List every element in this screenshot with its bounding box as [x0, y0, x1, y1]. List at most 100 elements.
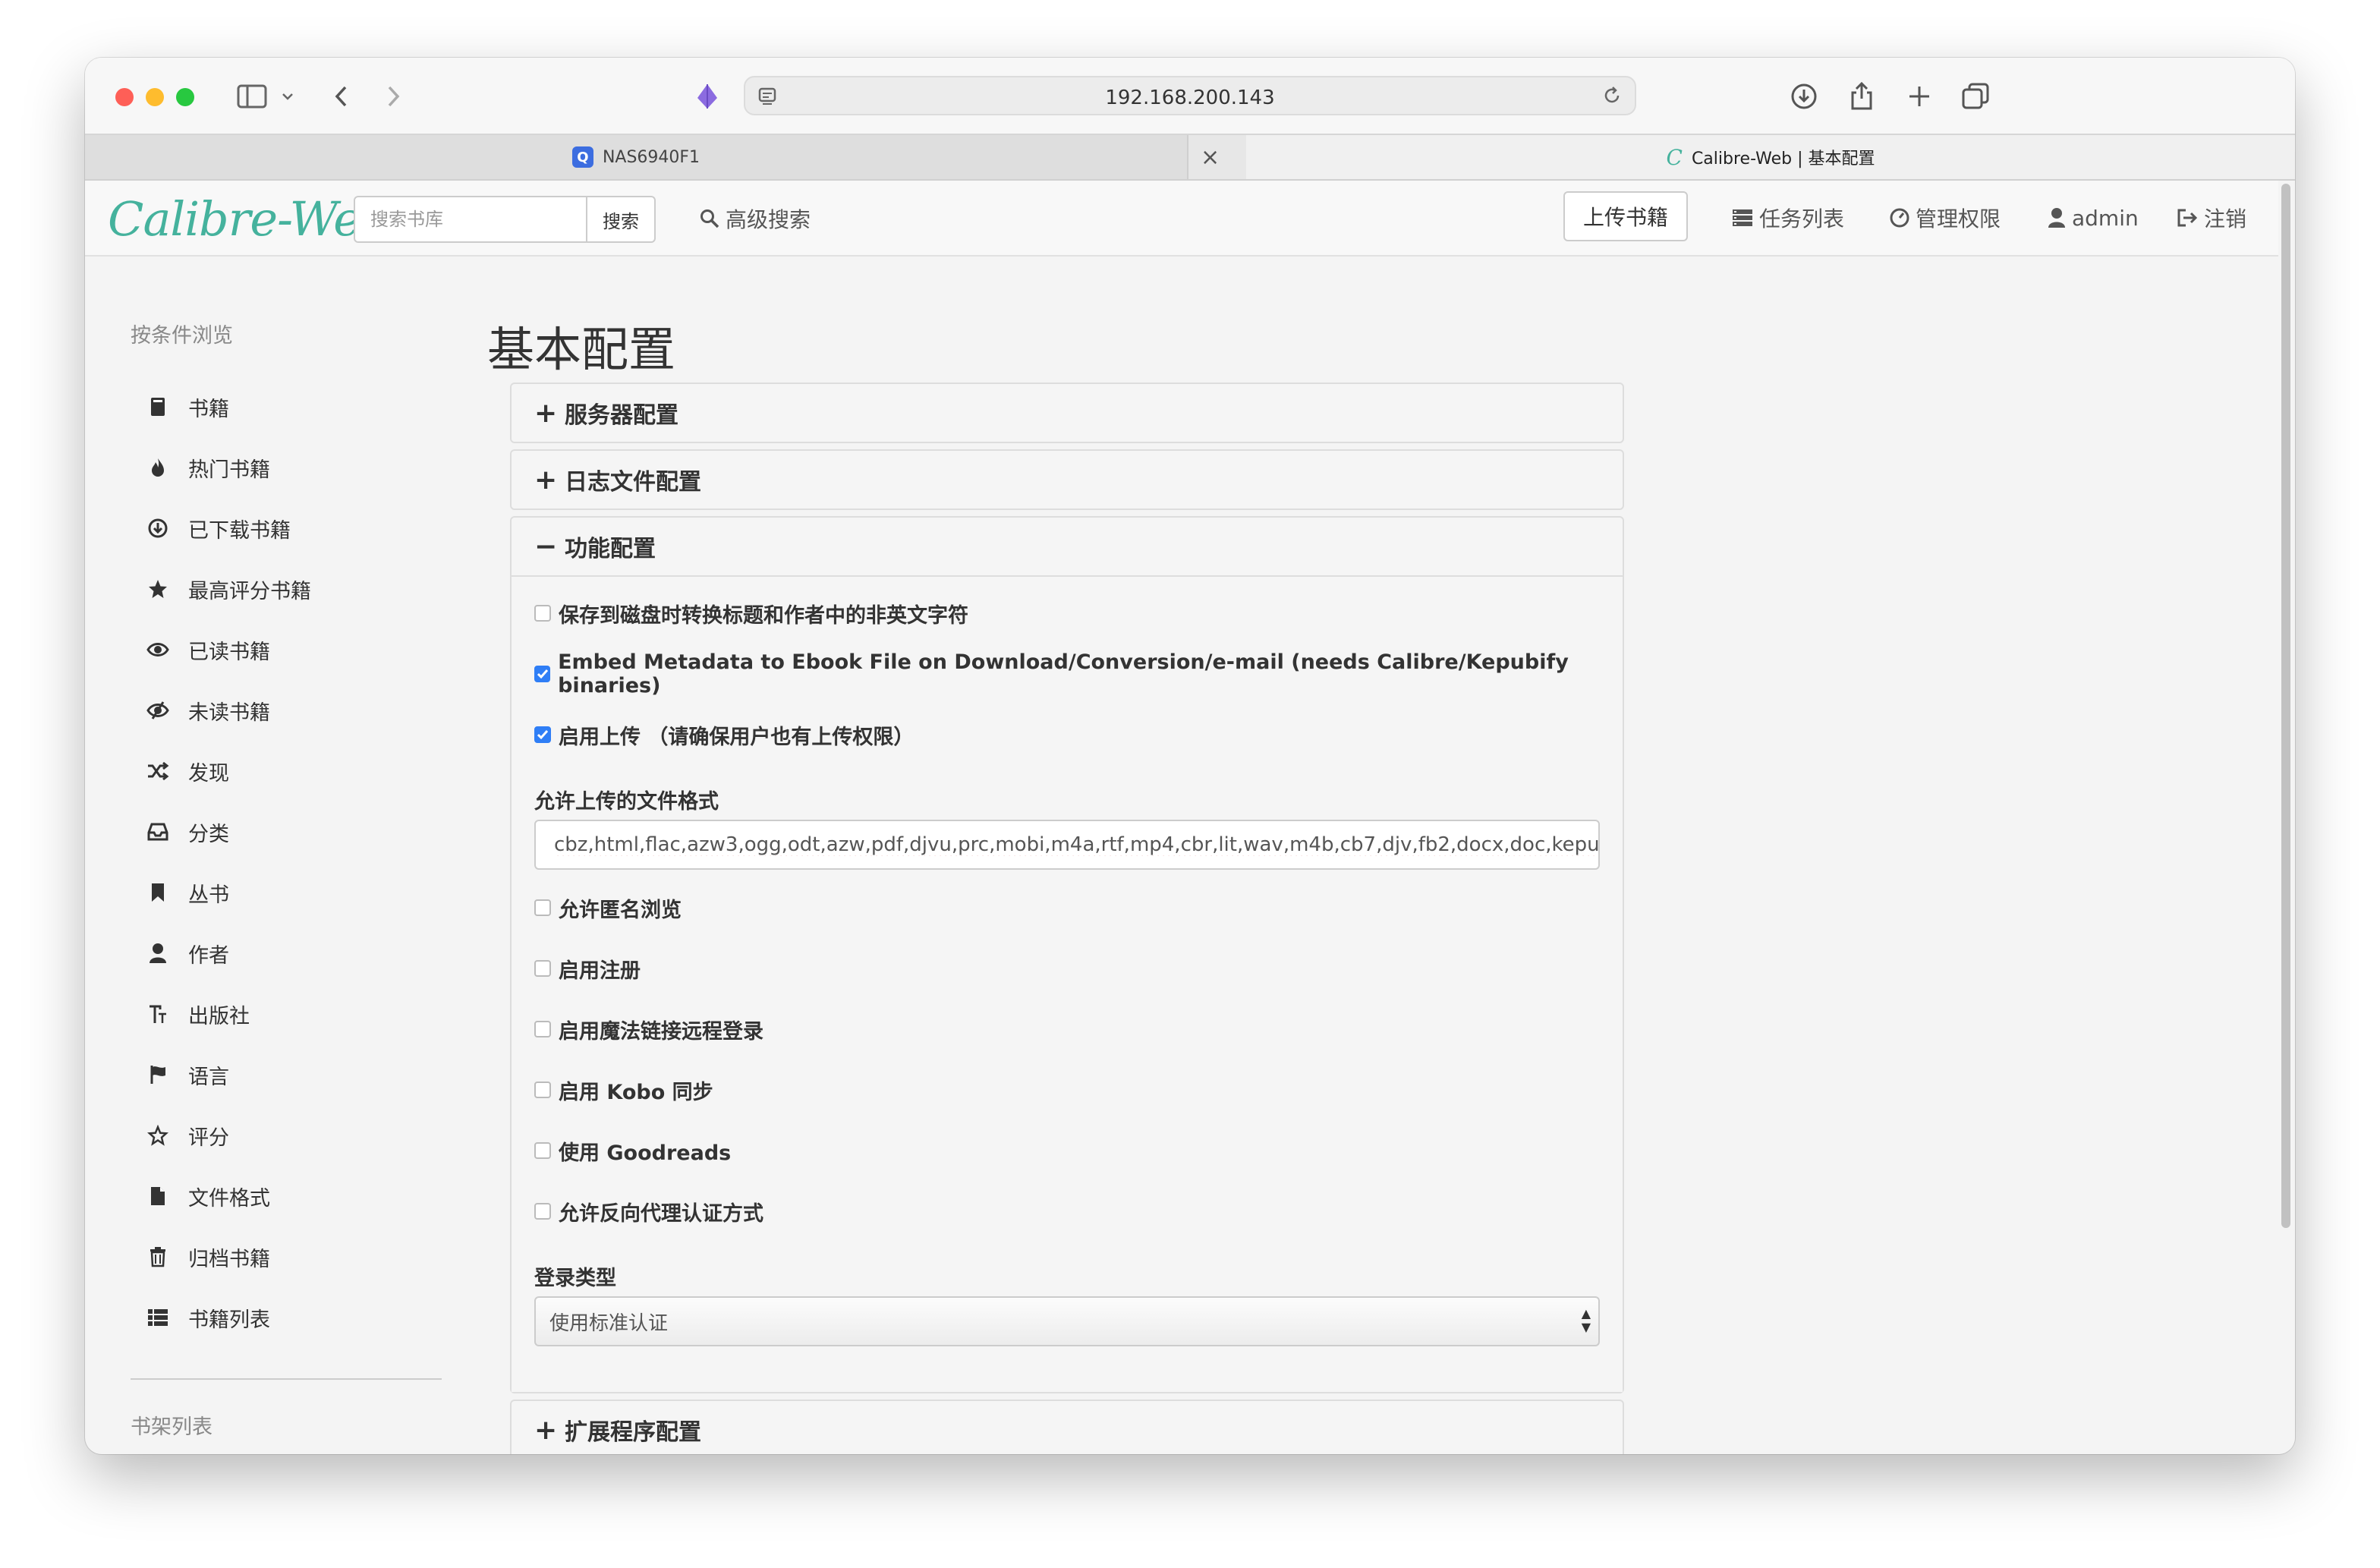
option-anonymous-browsing[interactable]: 允许匿名浏览: [534, 893, 682, 923]
maximize-window-button[interactable]: [176, 88, 194, 106]
checkbox-label: 允许匿名浏览: [559, 898, 682, 922]
panel-logfile-config: + 日志文件配置: [510, 449, 1624, 510]
app-navbar: Calibre-Web 搜索 高级搜索 上传书籍 任务列表 管理权限: [85, 181, 2278, 257]
upload-book-button[interactable]: 上传书籍: [1563, 191, 1688, 241]
login-type-select[interactable]: 使用标准认证 ▲ ▼: [534, 1296, 1600, 1346]
checkbox[interactable]: [534, 605, 551, 622]
advanced-search-link[interactable]: 高级搜索: [700, 203, 811, 234]
admin-rights-link[interactable]: 管理权限: [1890, 191, 2001, 244]
checkbox[interactable]: [534, 1021, 551, 1037]
tab-nas[interactable]: Q NAS6940F1: [85, 135, 1188, 179]
share-icon[interactable]: [1843, 77, 1881, 115]
minus-icon: −: [534, 531, 558, 562]
sidebar-item-label: 最高评分书籍: [188, 579, 311, 603]
sidebar-item-label: 文件格式: [188, 1186, 270, 1211]
download-icon[interactable]: [1785, 77, 1823, 115]
shuffle-icon: [146, 759, 170, 783]
calibre-web-logo[interactable]: Calibre-Web: [108, 191, 391, 247]
option-enable-upload[interactable]: 启用上传 （请确保用户也有上传权限）: [534, 719, 914, 750]
upload-formats-input[interactable]: [534, 820, 1600, 870]
checkbox-checked[interactable]: [534, 726, 551, 743]
plus-icon: +: [534, 464, 558, 496]
checkbox[interactable]: [534, 1082, 551, 1098]
minimize-window-button[interactable]: [146, 88, 164, 106]
option-goodreads[interactable]: 使用 Goodreads: [534, 1135, 731, 1166]
star-icon: [146, 577, 170, 601]
panel-feature-config-header[interactable]: − 功能配置: [512, 518, 1623, 575]
page-scrollbar[interactable]: [2278, 181, 2295, 1454]
checkbox[interactable]: [534, 1203, 551, 1220]
nas-favicon-icon: Q: [571, 146, 593, 168]
search-input[interactable]: [354, 196, 587, 243]
panel-title: 日志文件配置: [565, 469, 701, 496]
option-magic-link[interactable]: 启用魔法链接远程登录: [534, 1014, 763, 1044]
sidebar-item-publishers[interactable]: 出版社: [146, 997, 250, 1031]
sidebar-item-read[interactable]: 已读书籍: [146, 633, 270, 666]
checkbox-label: 启用 Kobo 同步: [559, 1080, 713, 1104]
sidebar-item-archived[interactable]: 归档书籍: [146, 1240, 270, 1274]
forward-arrow-icon[interactable]: [378, 77, 408, 115]
eye-icon: [146, 638, 170, 662]
sidebar-item-unread[interactable]: 未读书籍: [146, 694, 270, 727]
url-text: 192.168.200.143: [1105, 87, 1275, 109]
tasks-link[interactable]: 任务列表: [1732, 191, 1844, 244]
close-window-button[interactable]: [115, 88, 134, 106]
checkbox-label: 使用 Goodreads: [559, 1141, 732, 1165]
checkbox-label: 启用魔法链接远程登录: [559, 1019, 763, 1044]
checkbox-checked[interactable]: [534, 666, 551, 682]
option-kobo-sync[interactable]: 启用 Kobo 同步: [534, 1075, 713, 1105]
search-button[interactable]: 搜索: [586, 196, 656, 243]
upload-formats-label: 允许上传的文件格式: [534, 790, 719, 814]
panel-logfile-config-header[interactable]: + 日志文件配置: [512, 451, 1623, 508]
back-arrow-icon[interactable]: [326, 77, 357, 115]
panel-external-config-header[interactable]: + 扩展程序配置: [512, 1401, 1623, 1454]
scrollbar-thumb[interactable]: [2281, 184, 2290, 1228]
checkbox[interactable]: [534, 1142, 551, 1159]
panel-server-config-header[interactable]: + 服务器配置: [512, 384, 1623, 442]
sidebar-item-languages[interactable]: 语言: [146, 1058, 229, 1091]
reload-icon[interactable]: [1601, 85, 1623, 109]
sidebar-toggle-icon[interactable]: [231, 77, 273, 115]
checkbox-label: Embed Metadata to Ebook File on Download…: [558, 650, 1569, 697]
panel-title: 服务器配置: [565, 402, 678, 429]
sidebar-item-authors[interactable]: 作者: [146, 937, 229, 970]
chevron-down-icon[interactable]: [276, 77, 299, 115]
login-type-value: 使用标准认证: [549, 1311, 669, 1335]
sidebar-item-books[interactable]: 书籍: [146, 390, 229, 423]
close-tab-icon[interactable]: ×: [1201, 144, 1220, 171]
option-enable-registration[interactable]: 启用注册: [534, 953, 641, 984]
dashboard-icon: [1890, 208, 1909, 228]
star-outline-icon: [146, 1123, 170, 1148]
option-convert-non-english[interactable]: 保存到磁盘时转换标题和作者中的非英文字符: [534, 598, 968, 628]
extension-icon[interactable]: [692, 77, 722, 115]
download-circle-icon: [146, 516, 170, 540]
checkbox[interactable]: [534, 960, 551, 977]
bookmark-icon: [146, 880, 170, 905]
sidebar-item-file-formats[interactable]: 文件格式: [146, 1179, 270, 1213]
shelves-heading: 书架列表: [131, 1415, 212, 1439]
sidebar-item-categories[interactable]: 分类: [146, 815, 229, 849]
address-bar[interactable]: 192.168.200.143: [744, 76, 1636, 115]
tab-overview-icon[interactable]: [1957, 77, 1994, 115]
sidebar-item-downloaded[interactable]: 已下载书籍: [146, 512, 291, 545]
sidebar-item-ratings[interactable]: 评分: [146, 1119, 229, 1152]
checkbox[interactable]: [534, 899, 551, 916]
sidebar-item-top-rated[interactable]: 最高评分书籍: [146, 572, 311, 606]
sidebar-item-hot-books[interactable]: 热门书籍: [146, 451, 270, 484]
user-link[interactable]: admin: [2048, 191, 2139, 244]
option-embed-metadata[interactable]: Embed Metadata to Ebook File on Download…: [534, 650, 1623, 697]
new-tab-icon[interactable]: [1900, 77, 1938, 115]
panel-feature-config-body: 保存到磁盘时转换标题和作者中的非英文字符 Embed Metadata to E…: [512, 575, 1623, 1392]
sidebar-item-label: 发现: [188, 761, 229, 786]
panel-external-config: + 扩展程序配置: [510, 1400, 1624, 1454]
sidebar-item-book-list[interactable]: 书籍列表: [146, 1301, 270, 1334]
select-arrows-icon: ▲ ▼: [1581, 1306, 1591, 1334]
panel-title: 扩展程序配置: [565, 1419, 701, 1446]
sidebar-item-discover[interactable]: 发现: [146, 754, 229, 788]
user-icon: [2048, 207, 2066, 228]
option-reverse-proxy-auth[interactable]: 允许反向代理认证方式: [534, 1196, 763, 1226]
sidebar-item-series[interactable]: 丛书: [146, 876, 229, 909]
checkbox-label: 启用上传 （请确保用户也有上传权限）: [559, 725, 915, 749]
logout-link[interactable]: 注销: [2177, 191, 2246, 244]
tab-calibre-web[interactable]: C Calibre-Web | 基本配置: [1246, 135, 2295, 179]
